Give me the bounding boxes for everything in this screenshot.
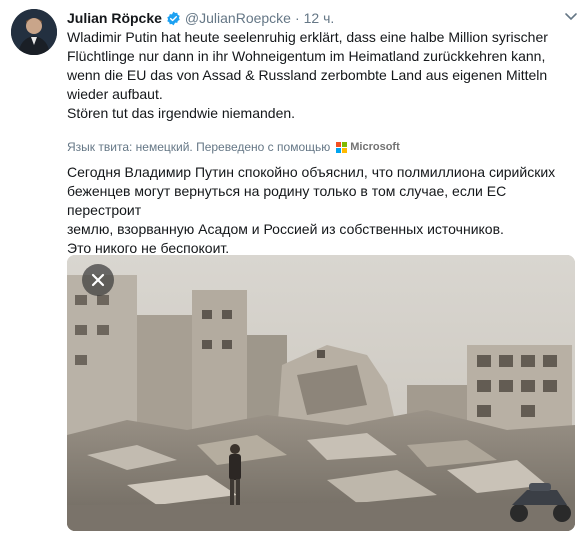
microsoft-logo-icon: [336, 141, 348, 153]
translation-attribution: Язык твита: немецкий. Переведено с помощ…: [67, 139, 577, 155]
translation-note: Язык твита: немецкий. Переведено с помощ…: [67, 140, 331, 154]
verified-badge-icon: [166, 11, 181, 26]
translated-text: Сегодня Владимир Путин спокойно объяснил…: [67, 164, 556, 256]
avatar-image: [11, 9, 57, 55]
close-button[interactable]: [82, 264, 114, 296]
tweet-text: Wladimir Putin hat heute seelenruhig erk…: [67, 29, 548, 121]
chevron-down-icon[interactable]: [563, 8, 579, 24]
tweet-photo[interactable]: [67, 255, 575, 531]
separator-dot: ·: [294, 10, 300, 26]
author-handle[interactable]: @JulianRoepcke: [185, 10, 291, 26]
translation-provider[interactable]: Microsoft: [350, 141, 400, 153]
author-name[interactable]: Julian Röpcke: [67, 10, 162, 26]
avatar[interactable]: [11, 9, 57, 55]
destroyed-buildings-photo: [67, 255, 575, 531]
tweet-header: Julian Röpcke @JulianRoepcke · 12 ч.: [67, 8, 579, 28]
close-icon: [91, 273, 105, 287]
tweet-timestamp[interactable]: 12 ч.: [304, 10, 335, 26]
